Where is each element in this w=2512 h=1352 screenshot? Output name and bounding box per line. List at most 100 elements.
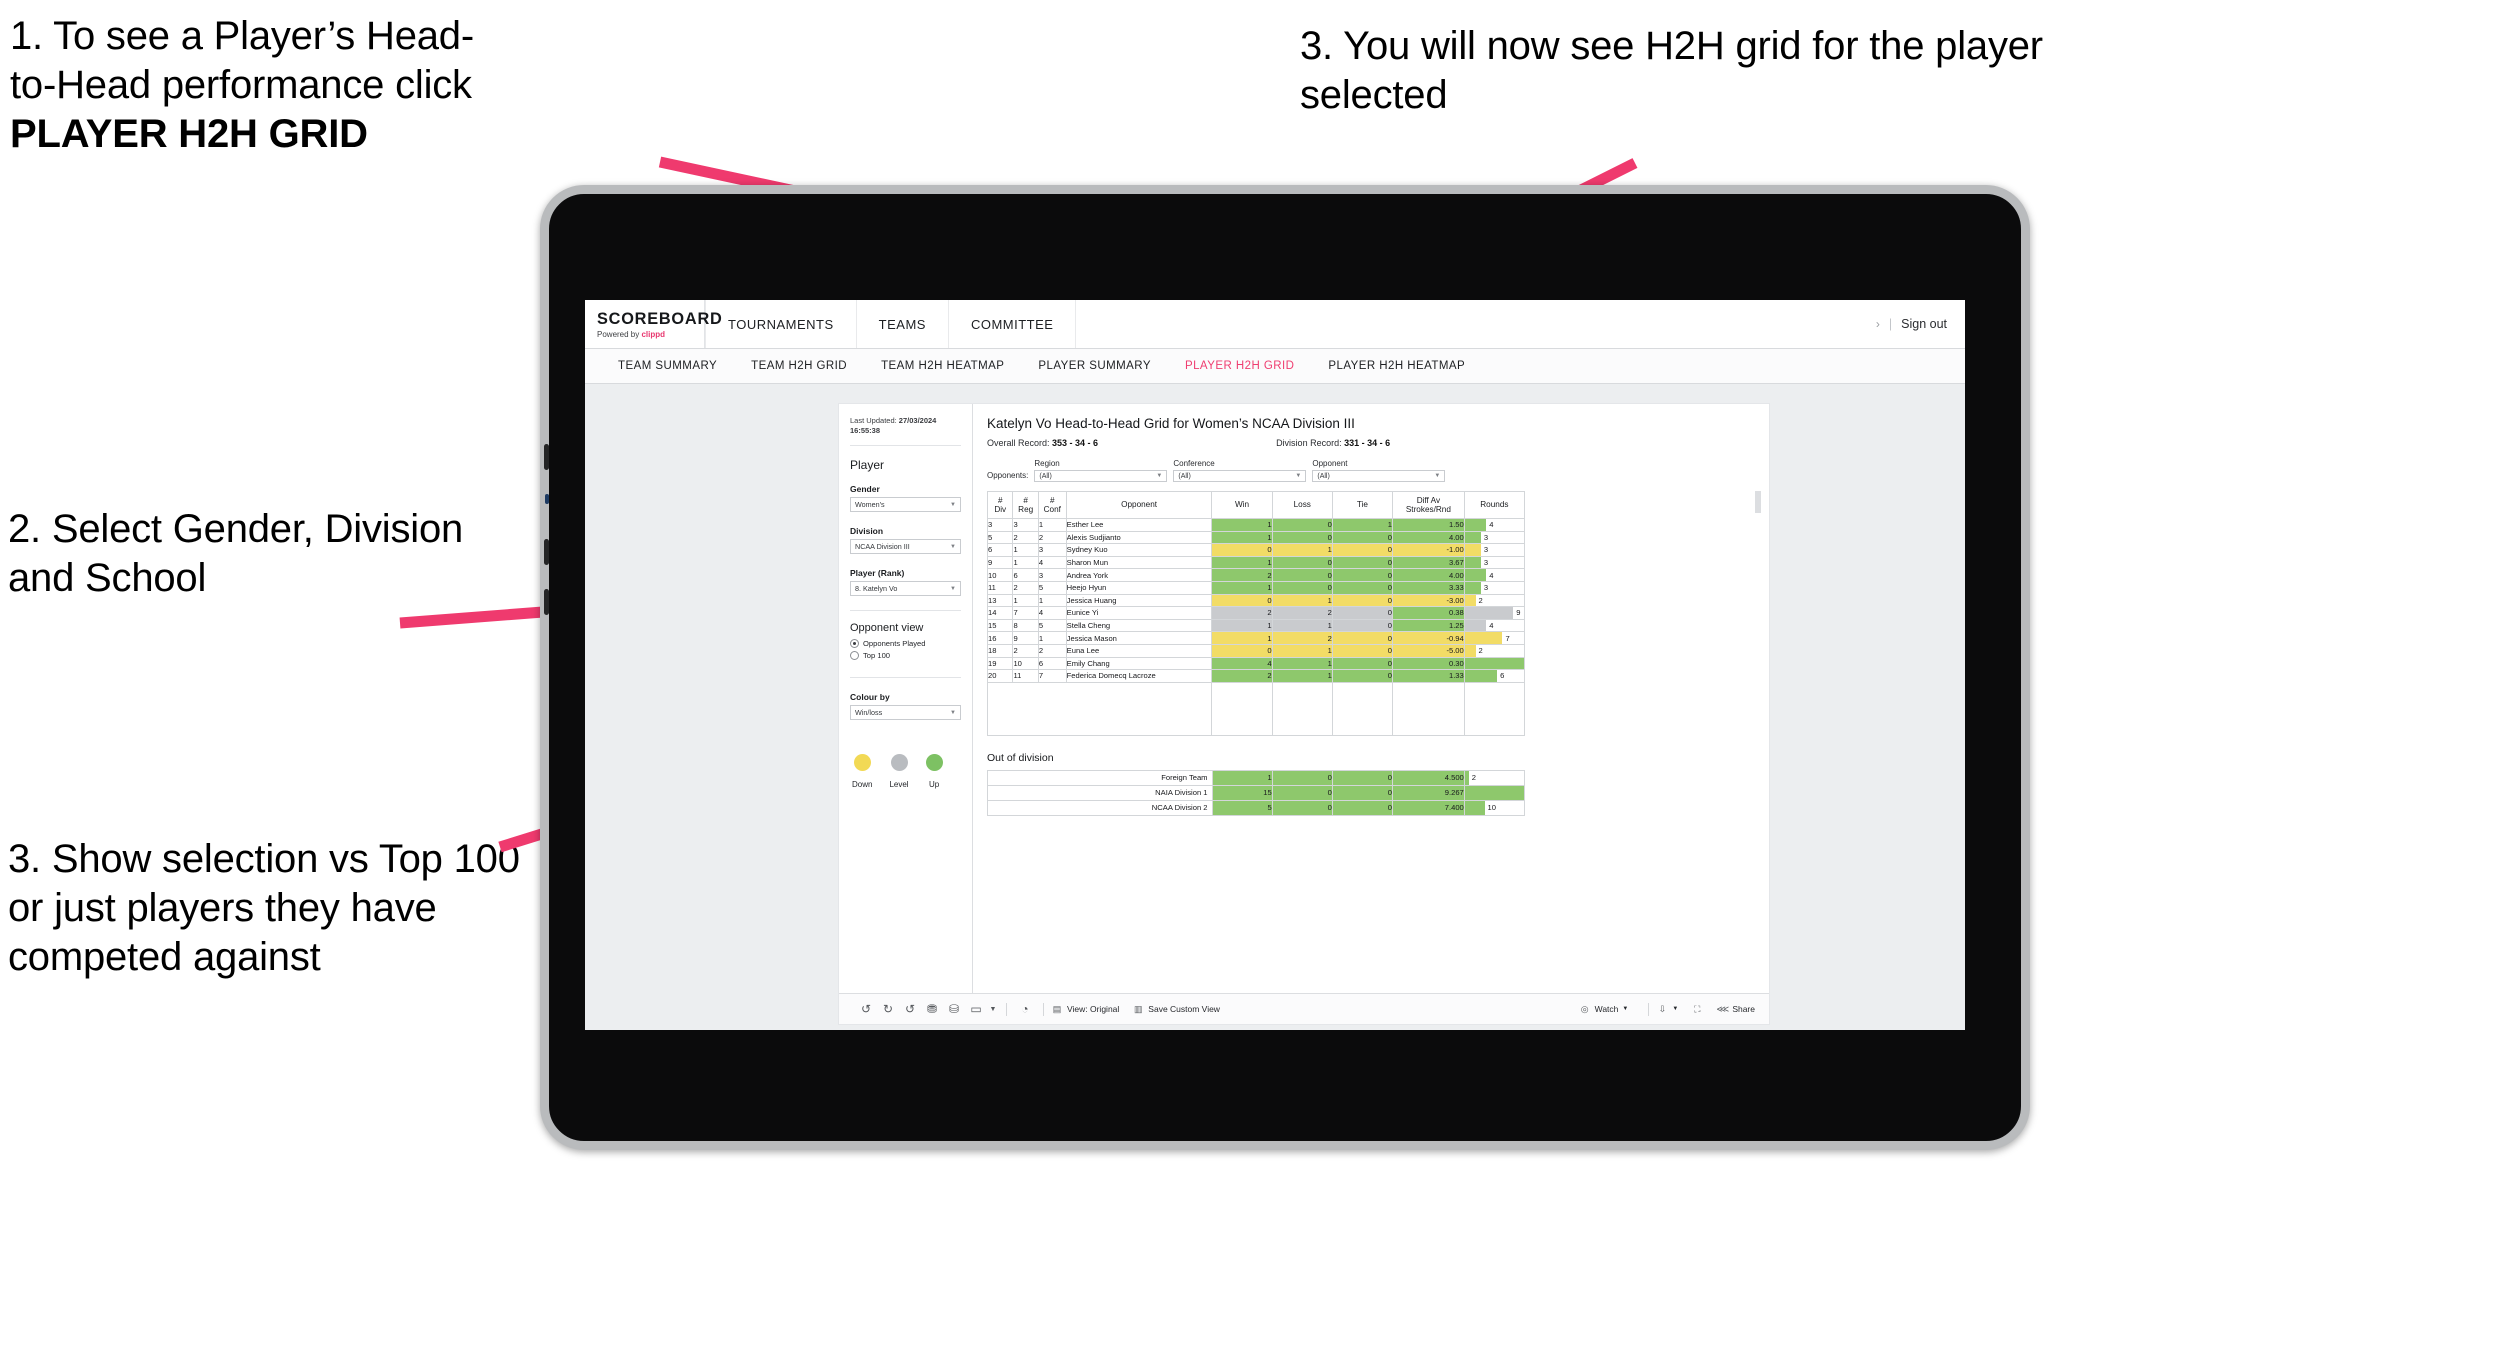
tab-player-summary[interactable]: PLAYER SUMMARY [1021, 360, 1168, 372]
sign-out-area[interactable]: › | Sign out [1876, 300, 1965, 348]
undo-icon[interactable]: ↺ [855, 1002, 877, 1016]
table-row[interactable]: 13 1 1 Jessica Huang 0 1 0 -3.00 2 [986, 593, 1526, 608]
radio-top-100[interactable]: Top 100 [850, 651, 961, 661]
sign-out-link[interactable]: Sign out [1901, 317, 1947, 331]
filler-rounds [1463, 681, 1526, 736]
radio-opponents-played[interactable]: Opponents Played [850, 639, 961, 649]
watch-icon: ◎ [1580, 1003, 1589, 1014]
fullscreen-icon: ⛶ [1694, 1003, 1701, 1014]
table-row[interactable]: 3 3 1 Esther Lee 1 0 1 1.50 4 [986, 518, 1526, 532]
colour-by-select[interactable]: Win/loss ▼ [850, 705, 961, 721]
grid-table-wrap: # Div # Reg # Conf Opponent Win Loss Tie Di… [986, 491, 1761, 736]
brand-logo[interactable]: SCOREBOARD Powered by clippd [585, 300, 722, 348]
tab-team-summary[interactable]: TEAM SUMMARY [601, 360, 734, 372]
redo-icon[interactable]: ↻ [877, 1002, 899, 1016]
table-row[interactable]: 11 2 5 Heejo Hyun 1 0 0 3.33 3 [986, 580, 1526, 595]
device-button-power [544, 444, 549, 470]
download-button[interactable]: ⇩ ▼ [1656, 1004, 1679, 1015]
cell-tie: 0 [1331, 568, 1394, 582]
cell-reg: 8 [1012, 618, 1039, 633]
watch-button[interactable]: ◎ Watch ▼ [1579, 1004, 1629, 1015]
table-row[interactable]: 14 7 4 Eunice Yi 2 2 0 0.38 9 [986, 606, 1526, 620]
table-row[interactable]: 5 2 2 Alexis Sudjianto 1 0 0 4.00 3 [986, 530, 1526, 545]
gender-select[interactable]: Women's ▼ [850, 497, 961, 513]
pause-icon[interactable]: ⛃ [921, 1002, 943, 1016]
cell-win: 1 [1211, 580, 1273, 595]
region-select[interactable]: (All) ▼ [1034, 470, 1168, 482]
cell-ood-label: Foreign Team [987, 769, 1213, 786]
cell-ood-label: NAIA Division 1 [987, 784, 1213, 801]
table-row[interactable]: 15 8 5 Stella Cheng 1 1 0 1.25 4 [986, 618, 1526, 633]
table-row[interactable]: Foreign Team 1 0 0 4.500 2 [987, 769, 1526, 786]
nav-tournaments[interactable]: TOURNAMENTS [705, 300, 857, 348]
tab-player-h2h-grid[interactable]: PLAYER H2H GRID [1168, 360, 1311, 372]
table-row[interactable]: NAIA Division 115009.26730 [987, 784, 1526, 801]
cell-tie: 0 [1331, 530, 1394, 545]
cell-loss: 1 [1271, 656, 1333, 671]
division-record: Division Record: 331 - 34 - 6 [1276, 438, 1390, 448]
share-button[interactable]: ⋘ Share [1716, 1004, 1755, 1015]
chevron-down-icon[interactable]: ▼ [987, 1006, 999, 1013]
tab-team-h2h-heatmap[interactable]: TEAM H2H HEATMAP [864, 360, 1021, 372]
table-row[interactable]: 16 9 1 Jessica Mason 1 2 0 -0.94 7 [986, 631, 1526, 645]
conference-select[interactable]: (All) ▼ [1173, 470, 1307, 482]
grid-content: Katelyn Vo Head-to-Head Grid for Women’s… [973, 404, 1769, 993]
division-record-label: Division Record: [1276, 438, 1345, 448]
table-row[interactable]: 10 6 3 Andrea York 2 0 0 4.00 4 [986, 568, 1526, 582]
cell-div: 15 [986, 618, 1014, 633]
cell-loss: 0 [1271, 555, 1333, 570]
cell-conf: 7 [1037, 669, 1067, 683]
chevron-down-icon: ▼ [1434, 473, 1441, 479]
cell-div: 6 [986, 543, 1014, 557]
vertical-scrollbar[interactable] [1755, 491, 1761, 513]
cell-loss: 2 [1271, 631, 1333, 645]
last-updated: Last Updated: 27/03/2024 16:55:38 [850, 416, 961, 436]
col-loss: Loss [1271, 491, 1333, 519]
player-select[interactable]: 8. Katelyn Vo ▼ [850, 581, 961, 597]
fullscreen-button[interactable]: ⛶ [1691, 1004, 1703, 1015]
brand-tagline-clippd: clippd [641, 330, 666, 339]
tab-player-h2h-heatmap[interactable]: PLAYER H2H HEATMAP [1311, 360, 1482, 372]
table-row[interactable]: 20 11 7 Federica Domecq Lacroze 2 1 0 1.33 6 [986, 669, 1526, 683]
cell-ood-loss: 0 [1271, 784, 1333, 801]
cell-diff: -5.00 [1392, 643, 1465, 658]
filter-opponent: Opponent (All) ▼ [1312, 459, 1446, 482]
cell-conf: 6 [1037, 656, 1067, 671]
callout-1-bold: PLAYER H2H GRID [10, 111, 368, 156]
workspace: Last Updated: 27/03/2024 16:55:38 Player… [585, 384, 1965, 1030]
opponent-select[interactable]: (All) ▼ [1312, 470, 1446, 482]
cell-tie: 0 [1331, 606, 1394, 620]
layout-icon[interactable]: ▭ [965, 1002, 987, 1016]
revert-icon[interactable]: ↺ [899, 1002, 921, 1016]
nav-committee[interactable]: COMMITTEE [949, 300, 1077, 348]
cell-opponent: Jessica Huang [1065, 593, 1213, 608]
cell-conf: 1 [1037, 631, 1067, 645]
nav-teams[interactable]: TEAMS [857, 300, 949, 348]
cell-win: 1 [1211, 631, 1273, 645]
last-updated-time: 16:55:38 [850, 426, 881, 436]
cell-rounds: 2 [1463, 643, 1526, 658]
table-row[interactable]: 6 1 3 Sydney Kuo 0 1 0 -1.00 3 [986, 543, 1526, 557]
view-original-button[interactable]: ▤ View: Original [1051, 1004, 1120, 1015]
save-custom-view-button[interactable]: ▥ Save Custom View [1132, 1004, 1220, 1015]
opponent-value: (All) [1317, 472, 1330, 480]
cell-reg: 6 [1012, 568, 1039, 582]
cell-ood-label: NCAA Division 2 [987, 799, 1213, 816]
table-row[interactable]: 9 1 4 Sharon Mun 1 0 0 3.67 3 [986, 555, 1526, 570]
cell-diff: 3.33 [1392, 580, 1465, 595]
colour-by-label: Colour by [850, 692, 890, 703]
division-select[interactable]: NCAA Division III ▼ [850, 539, 961, 555]
filler-left [986, 681, 1213, 736]
cell-div: 19 [986, 656, 1014, 671]
refresh-icon[interactable]: ⛁ [943, 1002, 965, 1016]
cell-conf: 2 [1037, 530, 1067, 545]
grid-table-body: 3 3 1 Esther Lee 1 0 1 1.50 4 5 2 2 Alexis Sudjianto… [986, 518, 1526, 736]
cell-reg: 2 [1012, 530, 1039, 545]
table-row[interactable]: 18 2 2 Euna Lee 0 1 0 -5.00 2 [986, 643, 1526, 658]
tab-team-h2h-grid[interactable]: TEAM H2H GRID [734, 360, 864, 372]
col-tie: Tie [1331, 491, 1394, 519]
table-row[interactable]: 19106Emily Chang4100.3011 [986, 656, 1526, 671]
table-row[interactable]: NCAA Division 2 5 0 0 7.400 10 [987, 799, 1526, 816]
chevron-down-icon: ▼ [950, 709, 956, 716]
clock-icon[interactable]: ◔ [1014, 1002, 1036, 1016]
